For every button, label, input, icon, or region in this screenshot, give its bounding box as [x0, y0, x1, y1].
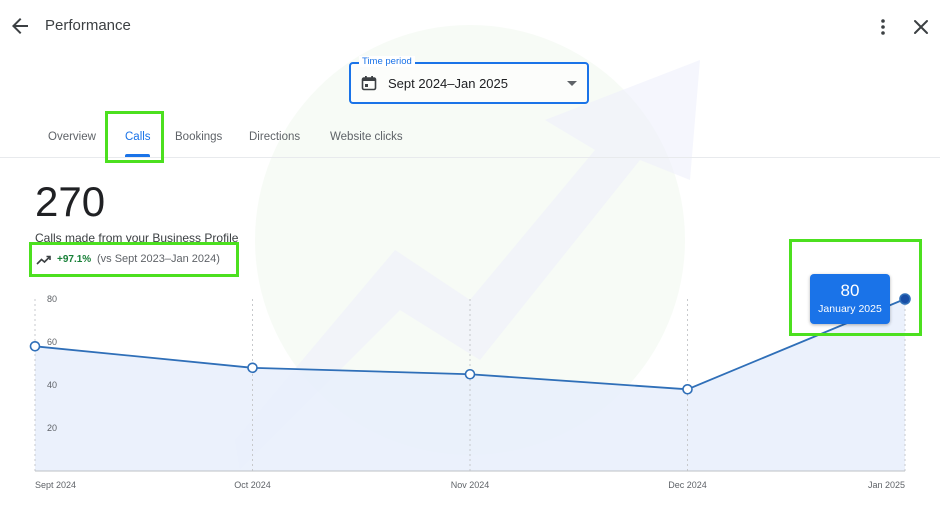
y-tick-label-60: 60	[47, 337, 57, 347]
calendar-icon	[361, 75, 377, 91]
y-tick-label-80: 80	[47, 294, 57, 304]
data-point-2	[464, 368, 476, 380]
metric-tabs: Overview Calls Bookings Directions Websi…	[0, 124, 940, 158]
comparison-period: (vs Sept 2023–Jan 2024)	[97, 253, 220, 265]
dropdown-arrow-icon	[567, 81, 577, 86]
more-options-icon[interactable]	[871, 15, 895, 39]
tab-overview[interactable]: Overview	[48, 131, 96, 143]
y-tick-label-20: 20	[47, 423, 57, 433]
page-title: Performance	[45, 17, 131, 34]
x-tick-label-0: Sept 2024	[35, 480, 76, 490]
tooltip-date: January 2025	[818, 303, 882, 315]
x-tick-label-2: Nov 2024	[451, 480, 490, 490]
trending-up-icon	[36, 253, 52, 265]
calls-total: 270	[35, 178, 106, 225]
time-period-select[interactable]: Time period Sept 2024–Jan 2025	[349, 56, 589, 104]
calls-chart: 20 40 60 80 Sept 2024 Oct 2024 Nov 2024 Dec 202…	[29, 293, 911, 490]
x-tick-label-1: Oct 2024	[234, 480, 271, 490]
x-tick-label-4: Jan 2025	[868, 480, 905, 490]
data-point-4	[899, 293, 911, 305]
tooltip-value: 80	[840, 281, 860, 300]
active-tab-indicator	[125, 154, 150, 157]
data-point-3	[682, 384, 693, 395]
tab-bookings[interactable]: Bookings	[175, 131, 222, 143]
data-point-1	[247, 362, 258, 374]
close-icon[interactable]	[909, 15, 933, 39]
back-arrow-icon[interactable]	[8, 14, 32, 38]
time-period-value: Sept 2024–Jan 2025	[388, 76, 508, 91]
tab-directions[interactable]: Directions	[249, 131, 300, 143]
data-tooltip: 80 January 2025	[810, 274, 890, 324]
calls-description: Calls made from your Business Profile	[35, 231, 239, 245]
time-period-label: Time period	[359, 56, 415, 67]
data-point-0	[29, 340, 41, 352]
tab-calls[interactable]: Calls	[125, 131, 151, 143]
y-tick-label-40: 40	[47, 380, 57, 390]
x-tick-label-3: Dec 2024	[668, 480, 707, 490]
tab-website-clicks[interactable]: Website clicks	[330, 131, 403, 143]
app-header: Performance	[0, 0, 940, 54]
change-percentage: +97.1%	[57, 254, 92, 265]
